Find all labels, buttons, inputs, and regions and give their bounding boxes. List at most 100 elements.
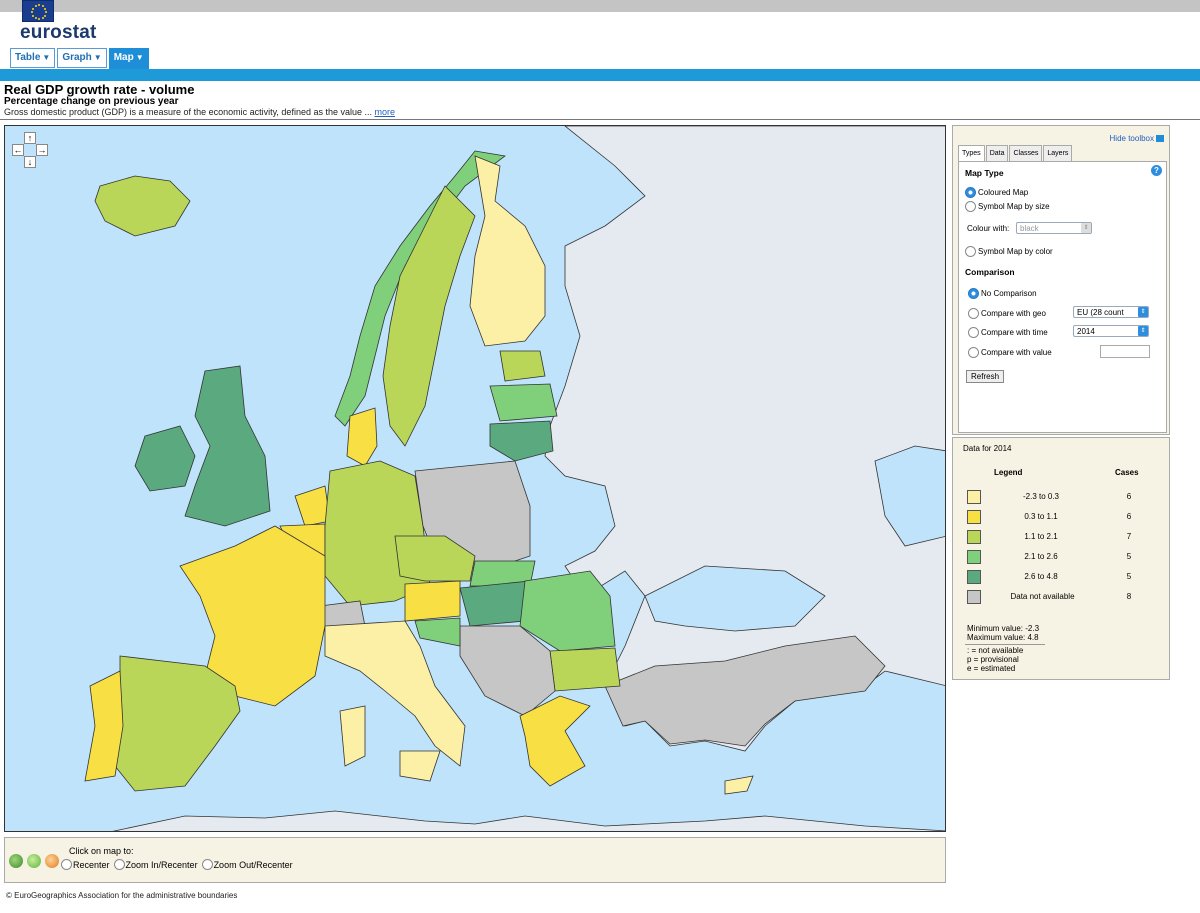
click-mode-options: Recenter Zoom In/Recenter Zoom Out/Recen…	[61, 859, 293, 870]
description-text: Gross domestic product (GDP) is a measur…	[4, 107, 372, 117]
tab-classes[interactable]: Classes	[1009, 145, 1043, 162]
tab-label: Graph	[62, 52, 92, 63]
compare-time-select[interactable]: 2014 ⇕	[1073, 325, 1149, 337]
legend-swatch	[967, 490, 981, 504]
globe-icon[interactable]	[9, 854, 23, 868]
colour-with-label: Colour with:	[967, 224, 1010, 233]
colour-with-select[interactable]: black ⇕	[1016, 222, 1092, 234]
chevron-icon: ⇕	[1138, 307, 1148, 317]
flag-star	[44, 7, 47, 10]
compare-value-input[interactable]	[1100, 345, 1150, 358]
legend-row: 1.1 to 2.1 7	[961, 528, 1161, 548]
header-band	[0, 69, 1200, 81]
chevron-icon: ⇕	[1138, 326, 1148, 336]
radio-button[interactable]	[201, 859, 213, 870]
flag-estimated: e = estimated	[967, 664, 1016, 673]
tab-map[interactable]: Map ▼	[108, 48, 149, 70]
pan-control: ↑ ← → ↓	[10, 130, 50, 170]
legend-range: Data not available	[1010, 592, 1075, 601]
flag-star	[38, 18, 40, 20]
chevron-icon: ⇕	[1081, 223, 1091, 233]
collapse-icon	[1156, 135, 1164, 142]
radio-coloured-map[interactable]	[965, 187, 976, 198]
tab-layers[interactable]: Layers	[1043, 145, 1073, 162]
legend-cases: 8	[1126, 592, 1132, 601]
region-austria[interactable]	[404, 580, 461, 622]
legend-cases: 6	[1126, 492, 1132, 501]
flag-star	[41, 4, 44, 7]
symbol-color-label: Symbol Map by color	[978, 247, 1053, 256]
legend-row: 2.1 to 2.6 5	[961, 548, 1161, 568]
radio-zoom-out-recenter[interactable]: Zoom Out/Recenter	[201, 859, 293, 870]
flag-not-available: : = not available	[967, 646, 1024, 655]
view-tabs: Table ▼ Graph ▼ Map ▼	[10, 48, 149, 70]
legend-swatch	[967, 590, 981, 604]
legend-row: Data not available 8	[961, 588, 1161, 608]
radio-symbol-by-size[interactable]	[965, 201, 976, 212]
radio-no-comparison[interactable]	[968, 288, 979, 299]
top-gray-bar	[0, 0, 1200, 12]
zoom-in-icon[interactable]	[27, 854, 41, 868]
radio-symbol-by-color[interactable]	[965, 246, 976, 257]
click-instruction: Click on map to:	[69, 846, 134, 856]
brand-name: eurostat	[20, 22, 97, 43]
legend-range: 0.3 to 1.1	[1024, 512, 1058, 521]
radio-button[interactable]	[113, 859, 125, 870]
radio-label: Zoom Out/Recenter	[213, 859, 293, 870]
compare-time-label: Compare with time	[981, 328, 1048, 337]
region-hungary[interactable]	[459, 580, 531, 627]
region-latvia[interactable]	[489, 383, 558, 422]
flag-star	[41, 17, 44, 20]
refresh-button[interactable]: Refresh	[966, 370, 1005, 383]
hide-toolbox-label: Hide toolbox	[1109, 134, 1154, 143]
legend-cases: 5	[1126, 572, 1132, 581]
tab-types[interactable]: Types	[958, 145, 985, 162]
legend-cases: 7	[1126, 532, 1132, 541]
flag-star	[31, 11, 33, 13]
legend-column-header: Legend	[994, 468, 1023, 477]
help-icon[interactable]: ?	[1151, 165, 1162, 176]
compare-geo-label: Compare with geo	[981, 309, 1046, 318]
more-link[interactable]: more	[375, 107, 396, 117]
pan-left-icon[interactable]: ←	[12, 144, 24, 156]
page-subtitle: Percentage change on previous year	[4, 96, 179, 107]
pan-up-icon[interactable]: ↑	[24, 132, 36, 144]
tab-label: Table	[15, 52, 41, 63]
caret-down-icon: ▼	[93, 53, 102, 62]
legend-title: Data for 2014	[963, 444, 1012, 453]
hide-toolbox-link[interactable]: Hide toolbox	[1110, 134, 1164, 143]
pan-down-icon[interactable]: ↓	[24, 156, 36, 168]
radio-compare-value[interactable]	[968, 347, 979, 358]
radio-recenter[interactable]: Recenter	[61, 859, 110, 870]
legend-range: 1.1 to 2.1	[1024, 532, 1058, 541]
pan-right-icon[interactable]: →	[36, 144, 48, 156]
tab-data[interactable]: Data	[985, 145, 1009, 162]
zoom-out-icon[interactable]	[45, 854, 59, 868]
eu-flag-logo	[22, 0, 54, 22]
radio-zoom-in-recenter[interactable]: Zoom In/Recenter	[113, 859, 198, 870]
legend-swatch	[967, 570, 981, 584]
page-title: Real GDP growth rate - volume	[4, 82, 195, 97]
legend-range: -2.3 to 0.3	[1022, 492, 1060, 501]
radio-compare-time[interactable]	[968, 327, 979, 338]
radio-compare-geo[interactable]	[968, 308, 979, 319]
map-canvas[interactable]: ↑ ← → ↓	[4, 125, 946, 832]
radio-button[interactable]	[61, 859, 72, 870]
dataset-description: Gross domestic product (GDP) is a measur…	[4, 107, 395, 117]
legend-row: -2.3 to 0.3 6	[961, 488, 1161, 508]
radio-label: Recenter	[73, 859, 110, 870]
region-bulgaria[interactable]	[549, 647, 621, 692]
tab-table[interactable]: Table ▼	[10, 48, 56, 68]
no-comparison-label: No Comparison	[981, 289, 1037, 298]
compare-geo-select[interactable]: EU (28 count ⇕	[1073, 306, 1149, 318]
tab-graph[interactable]: Graph ▼	[57, 48, 107, 68]
legend-panel: Data for 2014 Legend Cases -2.3 to 0.3 6…	[952, 437, 1170, 680]
europe-map[interactable]	[5, 126, 946, 832]
region-estonia[interactable]	[499, 350, 546, 382]
coloured-map-label: Coloured Map	[978, 188, 1029, 197]
min-value: Minimum value: -2.3	[967, 624, 1040, 633]
divider	[965, 644, 1045, 645]
flag-star	[44, 14, 47, 17]
flag-star	[34, 17, 37, 20]
select-value: black	[1020, 224, 1039, 233]
